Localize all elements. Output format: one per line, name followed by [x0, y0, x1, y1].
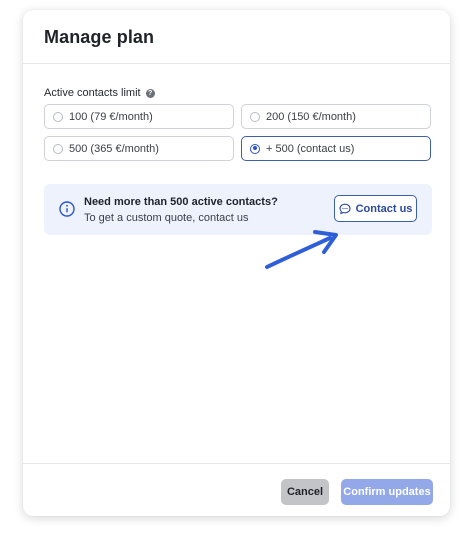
info-title: Need more than 500 active contacts?: [84, 196, 278, 208]
cancel-button[interactable]: Cancel: [281, 479, 329, 505]
manage-plan-modal: Manage plan Active contacts limit ? 100 …: [23, 10, 450, 516]
modal-header: Manage plan: [23, 10, 450, 64]
plan-option-500[interactable]: 500 (365 €/month): [44, 136, 234, 161]
info-subtitle: To get a custom quote, contact us: [84, 212, 249, 224]
plan-option-label: 100 (79 €/month): [69, 110, 153, 123]
radio-button[interactable]: [250, 111, 260, 122]
plan-option-200[interactable]: 200 (150 €/month): [241, 104, 431, 129]
limit-label-text: Active contacts limit: [44, 87, 141, 99]
plan-option-label: + 500 (contact us): [266, 142, 355, 155]
chat-bubble-icon: [339, 203, 351, 214]
radio-button-selected[interactable]: [250, 143, 260, 154]
confirm-updates-button[interactable]: Confirm updates: [341, 479, 433, 505]
plan-option-label: 200 (150 €/month): [266, 110, 356, 123]
contact-us-button[interactable]: Contact us: [334, 195, 417, 222]
info-icon: [59, 201, 75, 217]
contact-us-label: Contact us: [355, 202, 413, 215]
radio-button[interactable]: [53, 143, 63, 154]
question-circle-icon[interactable]: ?: [145, 88, 155, 98]
plan-option-500-plus[interactable]: + 500 (contact us): [241, 136, 431, 161]
active-contacts-limit-label: Active contacts limit ?: [44, 87, 155, 99]
radio-button[interactable]: [53, 111, 63, 122]
plan-option-100[interactable]: 100 (79 €/month): [44, 104, 234, 129]
modal-title: Manage plan: [44, 27, 155, 47]
modal-footer: Cancel Confirm updates: [23, 463, 450, 516]
contact-info-banner: Need more than 500 active contacts? To g…: [44, 184, 432, 235]
plan-option-label: 500 (365 €/month): [69, 142, 159, 155]
